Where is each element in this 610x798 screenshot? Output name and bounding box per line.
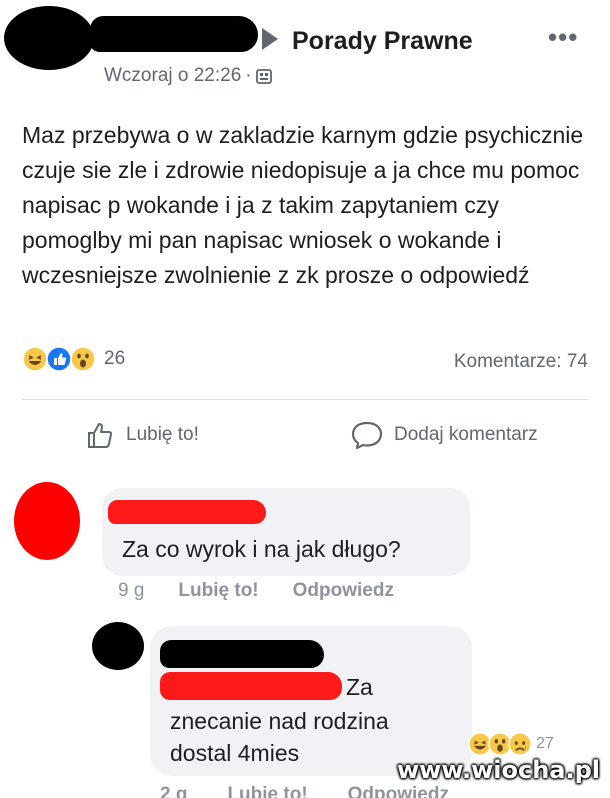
reply-like-button[interactable]: Lubię to! — [227, 784, 307, 798]
redacted-reply-avatar[interactable] — [92, 622, 144, 670]
redacted-commenter-name[interactable] — [108, 500, 266, 524]
post-meta: Wczoraj o 22:26 · — [104, 65, 272, 90]
comments-section: Za co wyrok i na jak długo? 9 g Lubię to… — [0, 470, 610, 798]
like-button-label: Lubię to! — [126, 424, 199, 445]
thumbs-up-icon — [88, 423, 113, 448]
arrow-right-icon — [262, 28, 278, 50]
comment-text: Za co wyrok i na jak długo? — [122, 536, 401, 562]
reply-reply-button[interactable]: Odpowiedz — [348, 784, 449, 798]
divider — [22, 399, 588, 400]
watermark: www.wiocha.pl — [396, 756, 600, 784]
more-options-icon[interactable]: ••• — [548, 22, 578, 53]
reply-reaction-count: 27 — [536, 735, 554, 752]
post-body-text: Maz przebywa o w zakladzie karnym gdzie … — [22, 122, 584, 288]
comment-bubble-icon — [351, 421, 383, 450]
redacted-commenter-avatar[interactable] — [14, 482, 80, 560]
comment-count-link[interactable]: Komentarze: 74 — [454, 351, 588, 373]
reaction-count: 26 — [104, 348, 126, 369]
reply-reactions[interactable]: 27 — [468, 732, 554, 756]
sad-icon — [508, 732, 532, 756]
reply-actions: 2 g Lubię to! Odpowiedz — [160, 784, 449, 798]
group-privacy-icon — [255, 68, 272, 90]
redacted-avatar[interactable] — [4, 6, 94, 70]
reply-text-line: dostal 4mies — [170, 740, 300, 766]
reply-text-line: znecanie nad rodzina — [170, 708, 389, 734]
post-timestamp[interactable]: Wczoraj o 22:26 — [104, 65, 241, 86]
comment-like-button[interactable]: Lubię to! — [178, 580, 258, 602]
group-name-link[interactable]: Porady Prawne — [292, 27, 473, 56]
haha-icon — [22, 346, 48, 372]
reply-time[interactable]: 2 g — [160, 784, 187, 798]
wow-icon — [70, 346, 96, 372]
comment-actions: 9 g Lubię to! Odpowiedz — [118, 580, 394, 602]
meta-separator: · — [245, 65, 252, 86]
comment-reply-button[interactable]: Odpowiedz — [293, 580, 394, 602]
reactions-summary[interactable]: 26 — [22, 346, 125, 372]
reply-text-line: Za — [346, 674, 373, 700]
redacted-reply-name-overlay — [160, 672, 342, 700]
redacted-author-name[interactable] — [90, 16, 258, 52]
post-card: Porady Prawne ••• Wczoraj o 22:26 · Maz p… — [0, 0, 610, 470]
like-button[interactable]: Lubię to! — [86, 420, 199, 450]
like-icon — [46, 346, 72, 372]
add-comment-label: Dodaj komentarz — [394, 424, 538, 445]
add-comment-button[interactable]: Dodaj komentarz — [350, 420, 538, 450]
comment-time[interactable]: 9 g — [118, 580, 144, 602]
redacted-reply-name[interactable] — [160, 640, 324, 668]
